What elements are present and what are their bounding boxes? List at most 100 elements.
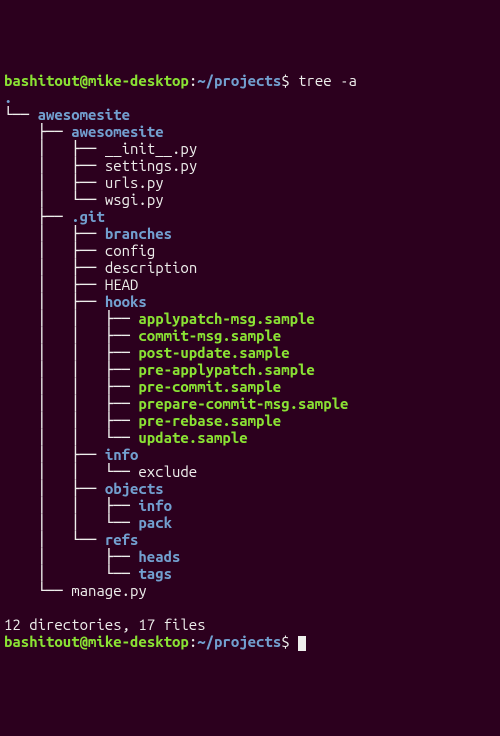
tree-row: │ ├── heads	[4, 548, 496, 565]
tree-entry: pack	[138, 514, 172, 531]
tree-entry: applypatch-msg.sample	[138, 310, 314, 327]
cursor[interactable]	[298, 636, 306, 651]
tree-row: └── manage.py	[4, 582, 496, 599]
tree-row: │ ├── hooks	[4, 293, 496, 310]
tree-entry: prepare-commit-msg.sample	[138, 395, 348, 412]
prompt-host: mike-desktop	[88, 72, 189, 89]
tree-branch: │ │ ├──	[4, 344, 138, 361]
tree-branch: └──	[4, 582, 71, 599]
tree-branch: │ ├──	[4, 157, 105, 174]
tree-row: │ │ ├── applypatch-msg.sample	[4, 310, 496, 327]
tree-entry: commit-msg.sample	[138, 327, 281, 344]
tree-branch: │ └──	[4, 191, 105, 208]
tree-row: ├── awesomesite	[4, 123, 496, 140]
tree-branch: │ ├──	[4, 480, 105, 497]
tree-root: .	[4, 89, 496, 106]
tree-row: │ ├── urls.py	[4, 174, 496, 191]
prompt-at: @	[80, 72, 88, 89]
tree-branch: │ │ ├──	[4, 497, 138, 514]
tree-entry: description	[105, 259, 197, 276]
tree-row: │ │ ├── info	[4, 497, 496, 514]
prompt-colon: :	[189, 72, 197, 89]
prompt-colon: :	[189, 633, 197, 650]
tree-entry: pre-commit.sample	[138, 378, 281, 395]
tree-entry: urls.py	[105, 174, 164, 191]
tree-branch: │ └──	[4, 565, 138, 582]
tree-branch: │ ├──	[4, 174, 105, 191]
tree-row: │ │ └── pack	[4, 514, 496, 531]
tree-entry: awesomesite	[71, 123, 163, 140]
tree-row: │ └── tags	[4, 565, 496, 582]
prompt-ready[interactable]: bashitout@mike-desktop:~/projects$	[4, 633, 496, 651]
tree-summary: 12 directories, 17 files	[4, 616, 496, 633]
tree-branch: │ │ ├──	[4, 412, 138, 429]
tree-entry: config	[105, 242, 155, 259]
prompt-host: mike-desktop	[88, 633, 189, 650]
tree-branch: └──	[4, 106, 38, 123]
tree-row: │ ├── HEAD	[4, 276, 496, 293]
tree-entry: __init__.py	[105, 140, 197, 157]
tree-entry: HEAD	[105, 276, 139, 293]
tree-row: │ │ ├── post-update.sample	[4, 344, 496, 361]
tree-row: │ ├── __init__.py	[4, 140, 496, 157]
tree-row: │ │ └── exclude	[4, 463, 496, 480]
tree-entry: wsgi.py	[105, 191, 164, 208]
tree-entry: refs	[105, 531, 139, 548]
tree-entry: pre-applypatch.sample	[138, 361, 314, 378]
tree-entry: info	[138, 497, 172, 514]
tree-row: │ ├── config	[4, 242, 496, 259]
tree-row: │ │ ├── pre-commit.sample	[4, 378, 496, 395]
terminal-output: bashitout@mike-desktop:~/projects$ tree …	[4, 72, 496, 651]
prompt-space	[290, 633, 298, 650]
tree-entry: manage.py	[71, 582, 147, 599]
blank-line	[4, 599, 496, 616]
prompt-dollar: $	[281, 72, 289, 89]
tree-row: ├── .git	[4, 208, 496, 225]
prompt-path: ~/projects	[197, 72, 281, 89]
tree-branch: │ ├──	[4, 276, 105, 293]
tree-entry: objects	[105, 480, 164, 497]
tree-branch: │ ├──	[4, 225, 105, 242]
tree-row: └── awesomesite	[4, 106, 496, 123]
tree-entry: tags	[138, 565, 172, 582]
tree-entry: hooks	[105, 293, 147, 310]
tree-branch: │ │ ├──	[4, 395, 138, 412]
tree-entry: branches	[105, 225, 172, 242]
tree-branch: │ ├──	[4, 446, 105, 463]
tree-branch: │ ├──	[4, 293, 105, 310]
tree-entry: .git	[71, 208, 105, 225]
tree-branch: │ │ └──	[4, 429, 138, 446]
command: tree -a	[298, 72, 357, 89]
prompt-user: bashitout	[4, 72, 80, 89]
tree-entry: info	[105, 446, 139, 463]
prompt-dollar: $	[281, 633, 289, 650]
tree-branch: │ │ ├──	[4, 327, 138, 344]
tree-entry: pre-rebase.sample	[138, 412, 281, 429]
tree-branch: │ │ ├──	[4, 361, 138, 378]
tree-branch: │ ├──	[4, 140, 105, 157]
tree-summary-text: 12 directories, 17 files	[4, 616, 206, 633]
prompt-path: ~/projects	[197, 633, 281, 650]
tree-branch: ├──	[4, 123, 71, 140]
tree-row: │ ├── objects	[4, 480, 496, 497]
prompt-space	[290, 72, 298, 89]
tree-row: │ ├── description	[4, 259, 496, 276]
tree-row: │ │ ├── pre-applypatch.sample	[4, 361, 496, 378]
tree-branch: │ └──	[4, 531, 105, 548]
tree-row: │ │ └── update.sample	[4, 429, 496, 446]
prompt-at: @	[80, 633, 88, 650]
prompt-line: bashitout@mike-desktop:~/projects$ tree …	[4, 72, 496, 89]
tree-branch: │ │ └──	[4, 514, 138, 531]
tree-row: │ ├── info	[4, 446, 496, 463]
tree-root-label: .	[4, 89, 12, 106]
tree-branch: │ │ └──	[4, 463, 138, 480]
tree-entry: exclude	[138, 463, 197, 480]
tree-row: │ │ ├── pre-rebase.sample	[4, 412, 496, 429]
tree-row: │ ├── settings.py	[4, 157, 496, 174]
tree-row: │ └── refs	[4, 531, 496, 548]
tree-branch: │ │ ├──	[4, 378, 138, 395]
prompt-user: bashitout	[4, 633, 80, 650]
tree-entry: awesomesite	[38, 106, 130, 123]
tree-row: │ ├── branches	[4, 225, 496, 242]
tree-branch: │ │ ├──	[4, 310, 138, 327]
